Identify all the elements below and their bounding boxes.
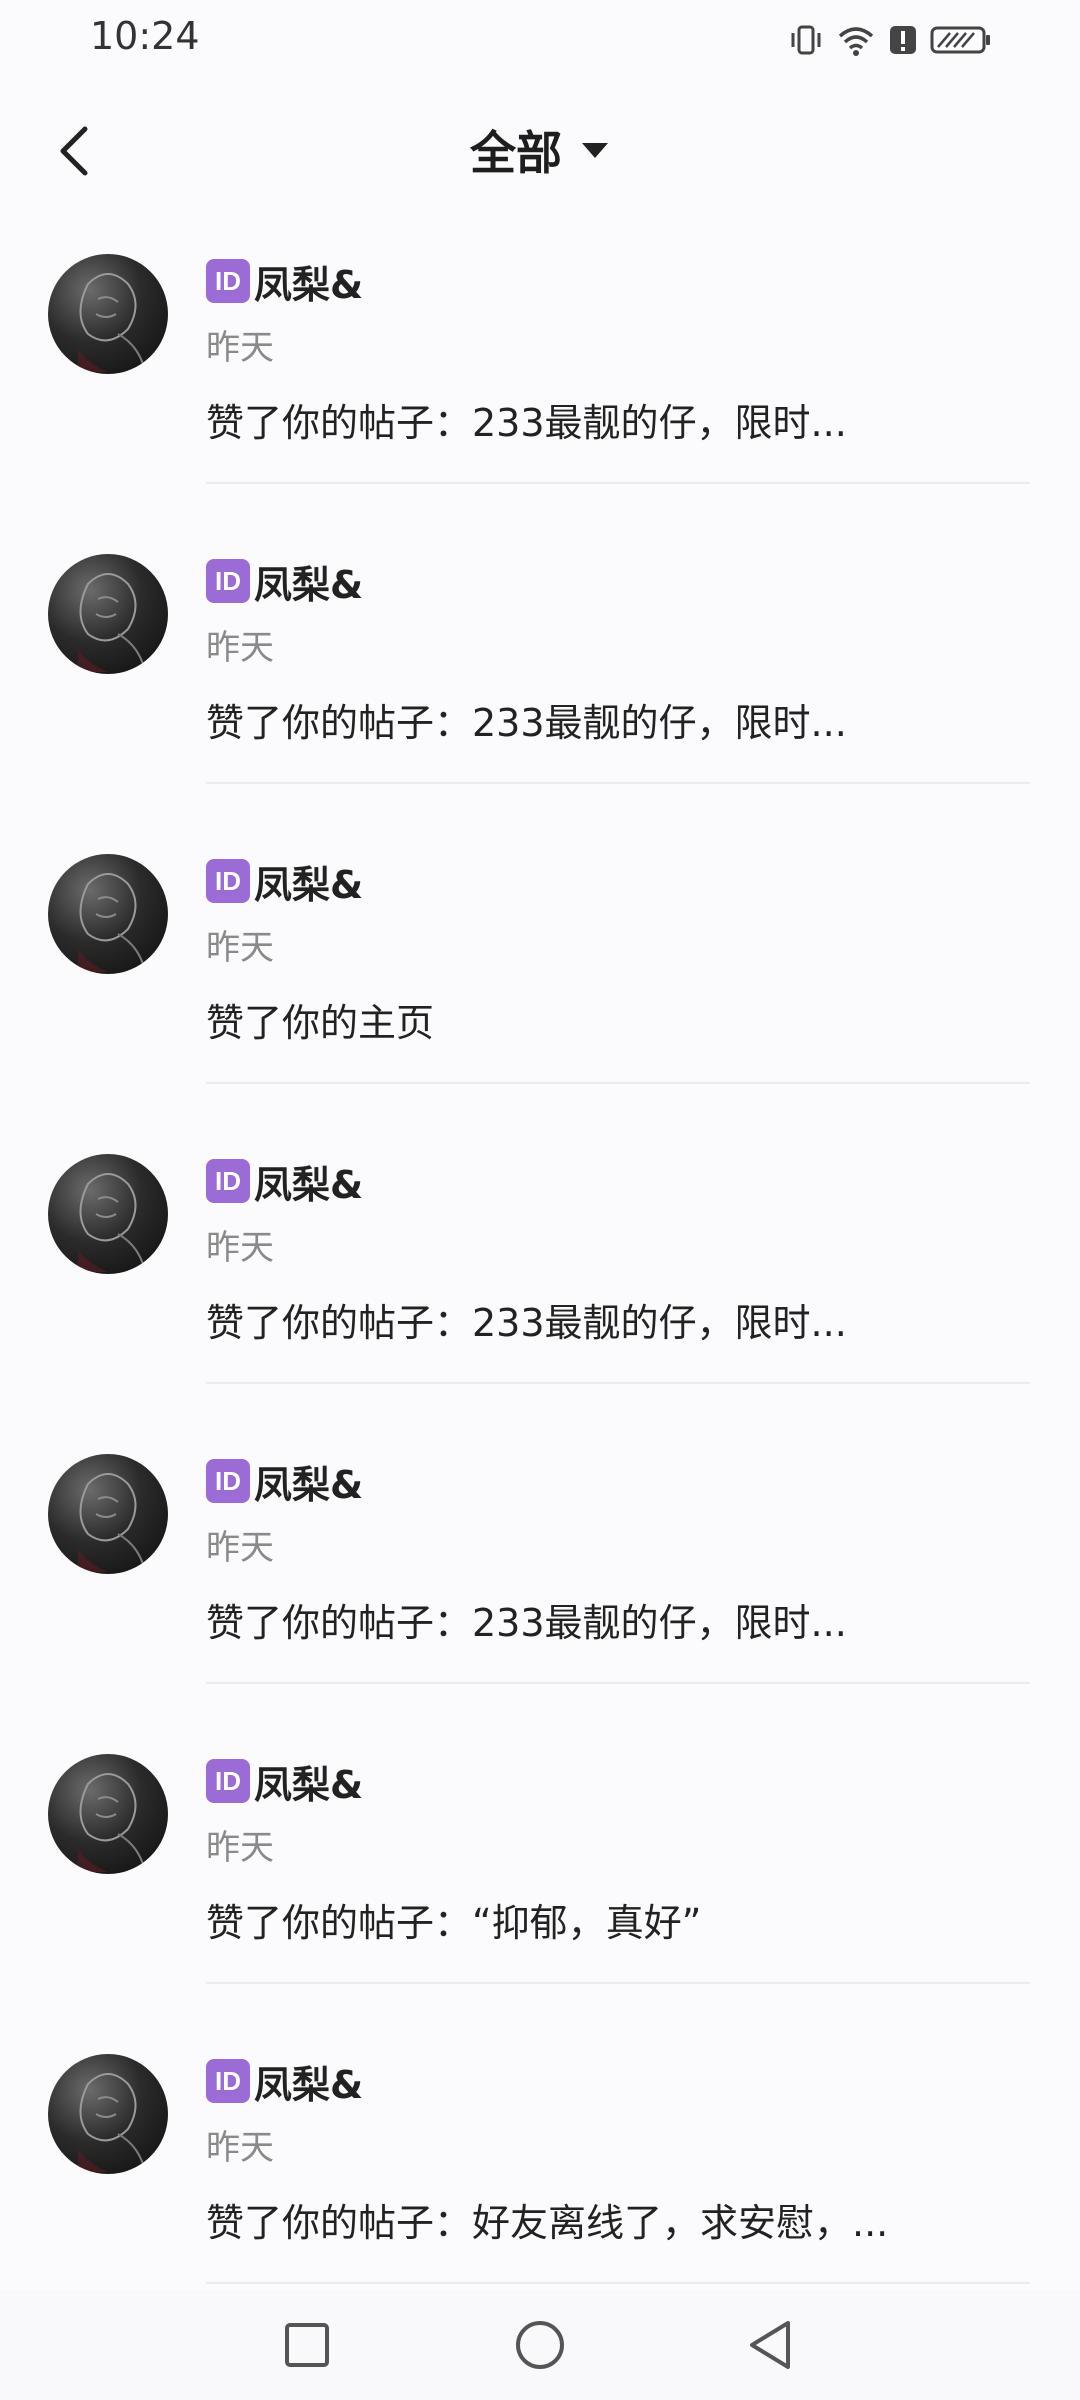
id-badge: ID xyxy=(206,859,250,903)
name-row: ID 凤梨& xyxy=(206,254,363,309)
divider xyxy=(206,782,1030,784)
notification-text[interactable]: 赞了你的帖子：好友离线了，求安慰，... xyxy=(206,2192,888,2247)
notification-text[interactable]: 赞了你的帖子：233最靓的仔，限时... xyxy=(206,692,847,747)
home-button[interactable] xyxy=(505,2310,575,2380)
avatar[interactable] xyxy=(48,2054,168,2174)
filter-dropdown[interactable]: 全部 xyxy=(0,100,1080,200)
avatar[interactable] xyxy=(48,1754,168,1874)
timestamp: 昨天 xyxy=(206,928,274,968)
divider xyxy=(206,1382,1030,1384)
timestamp: 昨天 xyxy=(206,1528,274,1568)
status-bar: 10:24 xyxy=(0,0,1080,80)
system-nav-bar xyxy=(0,2290,1080,2400)
header: 全部 xyxy=(0,100,1080,200)
name-row: ID 凤梨& xyxy=(206,554,363,609)
list-item[interactable]: ID 凤梨& 昨天赞了你的帖子：233最靓的仔，限时... xyxy=(0,550,1080,850)
id-badge: ID xyxy=(206,2059,250,2103)
id-badge: ID xyxy=(206,559,250,603)
username[interactable]: 凤梨& xyxy=(254,1754,363,1809)
id-badge: ID xyxy=(206,1759,250,1803)
list-item[interactable]: ID 凤梨& 昨天赞了你的主页 xyxy=(0,850,1080,1150)
notification-list: ID 凤梨& 昨天 赞了你的帖子：233最靓的仔，限时... ID 凤梨& 昨天 赞了你的帖子… xyxy=(0,250,1080,2350)
triangle-down-icon xyxy=(582,143,608,158)
avatar[interactable] xyxy=(48,254,168,374)
id-badge: ID xyxy=(206,259,250,303)
battery-charging-icon xyxy=(930,22,992,58)
divider xyxy=(206,1682,1030,1684)
avatar[interactable] xyxy=(48,854,168,974)
notification-text[interactable]: 赞了你的帖子：233最靓的仔，限时... xyxy=(206,1292,847,1347)
username[interactable]: 凤梨& xyxy=(254,2054,363,2109)
timestamp: 昨天 xyxy=(206,328,274,368)
status-time: 10:24 xyxy=(90,14,200,58)
avatar[interactable] xyxy=(48,1154,168,1274)
list-item[interactable]: ID 凤梨& 昨天赞了你的帖子：“抑郁，真好” xyxy=(0,1750,1080,2050)
avatar[interactable] xyxy=(48,554,168,674)
alert-icon xyxy=(888,22,918,58)
divider xyxy=(206,1082,1030,1084)
list-item[interactable]: ID 凤梨& 昨天赞了你的帖子：233最靓的仔，限时... xyxy=(0,1150,1080,1450)
timestamp: 昨天 xyxy=(206,2128,274,2168)
name-row: ID 凤梨& xyxy=(206,854,363,909)
timestamp: 昨天 xyxy=(206,1828,274,1868)
page-title: 全部 xyxy=(470,126,562,180)
back-nav-button[interactable] xyxy=(735,2310,805,2380)
recents-button[interactable] xyxy=(272,2310,342,2380)
divider xyxy=(206,482,1030,484)
notification-text[interactable]: 赞了你的帖子：233最靓的仔，限时... xyxy=(206,1592,847,1647)
id-badge: ID xyxy=(206,1459,250,1503)
name-row: ID 凤梨& xyxy=(206,1154,363,1209)
username[interactable]: 凤梨& xyxy=(254,554,363,609)
notification-text[interactable]: 赞了你的帖子：“抑郁，真好” xyxy=(206,1892,701,1947)
notification-text[interactable]: 赞了你的帖子：233最靓的仔，限时... xyxy=(206,392,847,447)
username[interactable]: 凤梨& xyxy=(254,1454,363,1509)
notification-text[interactable]: 赞了你的主页 xyxy=(206,992,434,1047)
list-item[interactable]: ID 凤梨& 昨天赞了你的帖子：233最靓的仔，限时... xyxy=(0,250,1080,550)
divider xyxy=(206,1982,1030,1984)
status-icons xyxy=(788,18,992,62)
id-badge: ID xyxy=(206,1159,250,1203)
vibrate-icon xyxy=(788,22,824,58)
username[interactable]: 凤梨& xyxy=(254,1154,363,1209)
list-item[interactable]: ID 凤梨& 昨天赞了你的帖子：233最靓的仔，限时... xyxy=(0,1450,1080,1750)
divider xyxy=(206,2282,1030,2284)
home-circle-icon xyxy=(516,2321,564,2369)
timestamp: 昨天 xyxy=(206,628,274,668)
name-row: ID 凤梨& xyxy=(206,1454,363,1509)
name-row: ID 凤梨& xyxy=(206,2054,363,2109)
name-row: ID 凤梨& xyxy=(206,1754,363,1809)
timestamp: 昨天 xyxy=(206,1228,274,1268)
avatar[interactable] xyxy=(48,1454,168,1574)
recents-square-icon xyxy=(285,2323,329,2367)
username[interactable]: 凤梨& xyxy=(254,254,363,309)
back-triangle-icon xyxy=(750,2321,790,2369)
username[interactable]: 凤梨& xyxy=(254,854,363,909)
wifi-icon xyxy=(836,22,876,58)
